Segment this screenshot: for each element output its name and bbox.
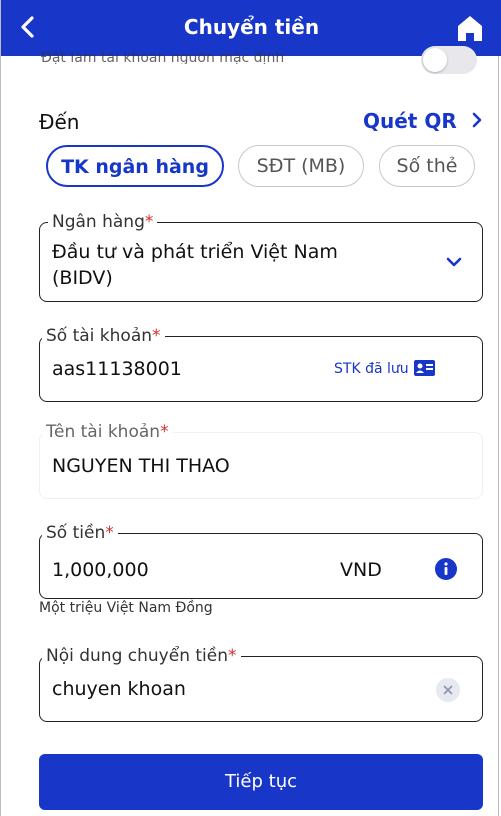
account-number-value: aas11138001 <box>52 358 182 380</box>
content-field-label: Nội dung chuyển tiền* <box>42 644 241 668</box>
amount-field-label: Số tiền* <box>42 521 118 545</box>
required-mark: * <box>105 523 114 543</box>
tab-bank-account[interactable]: TK ngân hàng <box>46 145 224 187</box>
bank-value: Đầu tư và phát triển Việt Nam (BIDV) <box>52 239 338 291</box>
amount-field[interactable]: Số tiền* 1,000,000 VND <box>39 521 483 599</box>
account-name-field: Tên tài khoản* NGUYEN THI THAO <box>39 420 483 499</box>
destination-label: Đến <box>39 110 80 134</box>
required-mark: * <box>152 326 161 346</box>
amount-in-words: Một triệu Việt Nam Đồng <box>39 600 213 616</box>
contact-card-icon <box>414 360 436 376</box>
bank-value-line2: (BIDV) <box>52 267 113 289</box>
clear-icon[interactable] <box>436 678 460 702</box>
page-title: Chuyển tiền <box>183 15 320 39</box>
chevron-right-icon <box>472 112 482 128</box>
required-mark: * <box>160 422 169 442</box>
account-name-value: NGUYEN THI THAO <box>52 455 230 477</box>
bank-label-text: Ngân hàng <box>52 212 145 232</box>
transfer-content-field[interactable]: Nội dung chuyển tiền* chuyen khoan <box>39 644 483 722</box>
tab-phone-mb[interactable]: SĐT (MB) <box>238 145 364 187</box>
home-icon <box>458 16 482 41</box>
content-label-text: Nội dung chuyển tiền <box>46 646 228 666</box>
account-label-text: Số tài khoản <box>46 326 153 346</box>
currency-label: VND <box>340 559 382 581</box>
bank-value-line1: Đầu tư và phát triển Việt Nam <box>52 241 338 263</box>
amount-value: 1,000,000 <box>52 559 149 581</box>
required-mark: * <box>144 212 154 232</box>
account-number-field[interactable]: Số tài khoản* aas11138001 STK đã lưu <box>39 324 483 402</box>
amount-label-text: Số tiền <box>46 523 106 543</box>
scan-qr-link[interactable]: Quét QR <box>363 109 484 133</box>
bank-field-label: Ngân hàng* <box>48 210 158 234</box>
bank-select[interactable]: Ngân hàng* Đầu tư và phát triển Việt Nam… <box>39 210 483 302</box>
toggle-knob <box>423 48 447 72</box>
info-icon[interactable] <box>435 558 457 580</box>
continue-button[interactable]: Tiếp tục <box>39 754 483 810</box>
default-source-label: Đặt làm tài khoản nguồn mặc định <box>41 52 285 64</box>
tab-card-number[interactable]: Số thẻ <box>379 145 475 187</box>
home-button[interactable] <box>457 14 483 42</box>
required-mark: * <box>228 646 237 666</box>
scan-qr-label: Quét QR <box>363 109 457 133</box>
app-frame: Chuyển tiền Đặt làm tài khoản nguồn mặc … <box>0 0 501 816</box>
chevron-down-icon <box>446 257 462 267</box>
account-name-label: Tên tài khoản* <box>42 420 173 444</box>
default-source-toggle[interactable] <box>421 46 477 74</box>
content-value: chuyen khoan <box>52 678 186 700</box>
account-field-label: Số tài khoản* <box>42 324 165 348</box>
account-name-label-text: Tên tài khoản <box>46 422 161 442</box>
saved-accounts-label: STK đã lưu <box>334 361 409 377</box>
saved-accounts-link[interactable]: STK đã lưu <box>334 360 436 377</box>
